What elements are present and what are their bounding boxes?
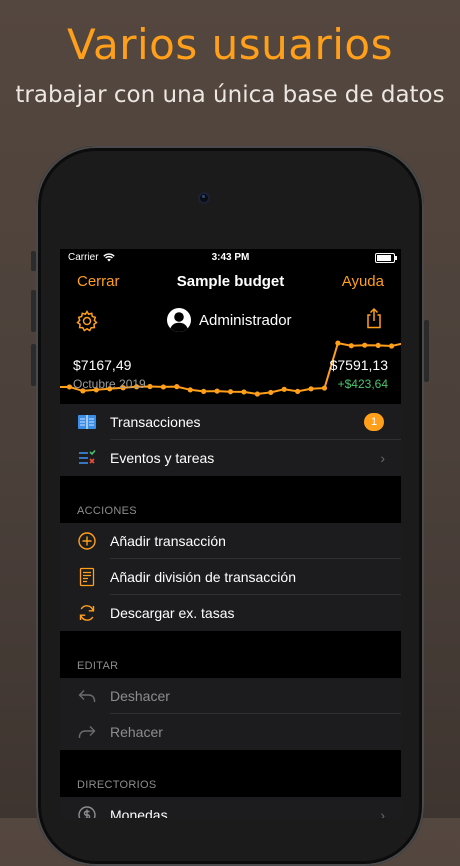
section-header-acciones: ACCIONES [77, 505, 137, 517]
chart-point [241, 389, 247, 395]
list-item-label: Eventos y tareas [110, 450, 215, 466]
promo-subline: trabajar con una única base de datos [15, 82, 445, 108]
chart-point [201, 388, 207, 395]
undo-button[interactable]: Deshacer [60, 678, 401, 714]
download-rates-button[interactable]: Descargar ex. tasas [60, 595, 401, 631]
chart-point [66, 384, 73, 390]
chart-point [335, 340, 341, 346]
nav-bar: Cerrar Sample budget Ayuda [60, 273, 401, 297]
user-name[interactable]: Administrador [199, 312, 292, 329]
battery-icon [375, 253, 397, 263]
person-icon [169, 312, 189, 332]
chart-change-value: +$423,64 [337, 377, 388, 391]
list-item-label: Añadir transacción [110, 533, 226, 549]
chevron-right-icon: › [380, 450, 385, 466]
list-item-label: Rehacer [110, 724, 163, 740]
help-button[interactable]: Ayuda [342, 273, 384, 290]
coin-icon [78, 806, 96, 818]
refresh-icon [79, 605, 95, 621]
app-screen: Carrier 3:43 PM Cerrar Sample budget Ayu… [60, 249, 401, 818]
list-item-label: Transacciones [110, 414, 201, 430]
add-transaction-button[interactable]: Añadir transacción [60, 523, 401, 559]
chart-end-value: $7591,13 [329, 357, 388, 373]
chart-point [348, 343, 354, 349]
redo-icon [78, 726, 96, 738]
list-item-label: Descargar ex. tasas [110, 605, 235, 621]
chevron-right-icon: › [380, 807, 385, 818]
chart-point [214, 388, 220, 394]
acciones-list: Añadir transacción Añadir división de tr… [60, 523, 401, 631]
chart-point [321, 385, 328, 391]
chart-point [388, 343, 395, 349]
chart-start-label: Octubre 2019 [73, 377, 146, 391]
chart-point [295, 388, 301, 395]
chart-point [375, 342, 381, 349]
add-split-transaction-button[interactable]: Añadir división de transacción [60, 559, 401, 595]
book-icon [78, 415, 96, 429]
gear-icon[interactable] [75, 309, 99, 333]
list-item-events[interactable]: Eventos y tareas › [60, 440, 401, 476]
list-item-currencies[interactable]: Monedas › [60, 797, 401, 818]
chart-point [160, 384, 166, 390]
status-time: 3:43 PM [211, 252, 250, 263]
list-item-label: Añadir división de transacción [110, 569, 296, 585]
chart-point [308, 386, 314, 392]
camera-icon [198, 192, 210, 204]
list-item-transactions[interactable]: Transacciones 1 [60, 404, 401, 440]
chart-point [174, 384, 180, 390]
section-header-directorios: DIRECTORIOS [77, 779, 157, 791]
chart-start-value: $7167,49 [73, 357, 132, 373]
list-item-label: Deshacer [110, 688, 170, 704]
chart-point [362, 342, 368, 348]
checklist-icon [79, 449, 96, 464]
user-row: Administrador [60, 307, 401, 335]
editar-list: Deshacer Rehacer [60, 678, 401, 750]
chart-point [227, 389, 234, 395]
promo-headline: Varios usuarios [67, 20, 393, 69]
chart-point [281, 386, 287, 392]
chart-point [147, 383, 153, 390]
avatar[interactable] [167, 308, 191, 332]
chart-point [187, 387, 193, 393]
redo-button[interactable]: Rehacer [60, 714, 401, 750]
power-button [424, 320, 429, 382]
share-icon[interactable] [364, 307, 384, 329]
chart-point [254, 391, 260, 397]
chart-point [268, 389, 274, 396]
badge-count: 1 [364, 413, 384, 431]
main-list: Transacciones 1 Eventos y tareas › [60, 404, 401, 476]
status-bar: Carrier 3:43 PM [60, 249, 401, 265]
plus-circle-icon [78, 532, 96, 550]
list-item-label: Monedas [110, 807, 168, 818]
section-header-editar: EDITAR [77, 660, 119, 672]
directorios-list: Monedas › [60, 797, 401, 818]
balance-chart: $7167,49 Octubre 2019 $7591,13 +$423,64 [60, 337, 401, 403]
receipt-icon [79, 567, 95, 587]
undo-icon [78, 690, 96, 702]
